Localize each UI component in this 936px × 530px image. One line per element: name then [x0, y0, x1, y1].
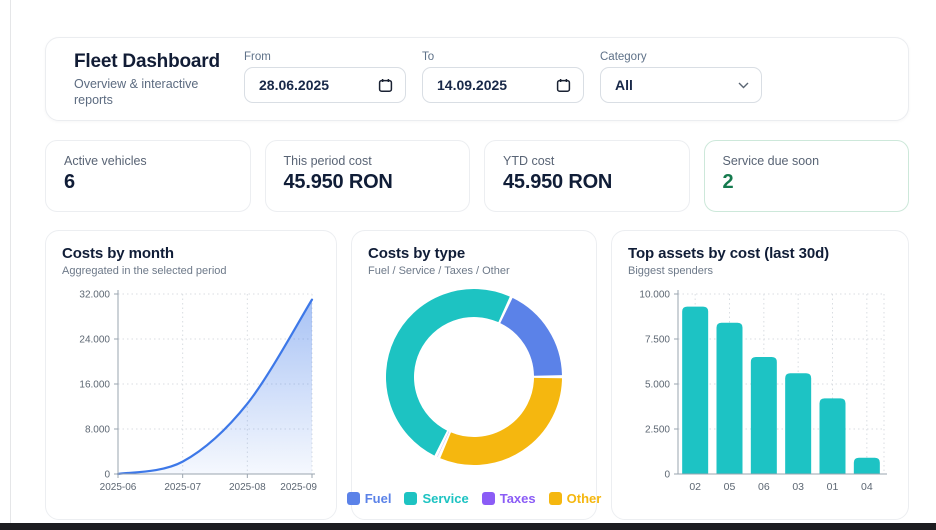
legend-swatch: [347, 492, 360, 505]
bar-04: [854, 458, 880, 474]
svg-text:16.000: 16.000: [79, 380, 110, 391]
bar-01: [820, 398, 846, 474]
category-label: Category: [600, 51, 762, 63]
page-title: Fleet Dashboard: [74, 51, 222, 73]
svg-text:24.000: 24.000: [79, 335, 110, 346]
chart-title: Top assets by cost (last 30d): [628, 245, 892, 262]
legend-label: Fuel: [365, 491, 392, 506]
chevron-down-icon: [738, 82, 749, 89]
dashboard-content: Fleet Dashboard Overview & interactive r…: [45, 37, 909, 520]
stat-card-active-vehicles: Active vehicles 6: [45, 140, 251, 212]
svg-text:2025-06: 2025-06: [100, 482, 137, 493]
svg-text:5.000: 5.000: [645, 380, 670, 391]
stat-label: Service due soon: [723, 154, 891, 168]
bar-03: [785, 373, 811, 474]
legend-swatch: [482, 492, 495, 505]
svg-text:01: 01: [827, 481, 839, 493]
donut-slice-other: [446, 378, 548, 451]
stat-value: 6: [64, 171, 232, 194]
filter-fields: From 28.06.2025 To 14.09.2025: [244, 51, 762, 103]
stat-label: YTD cost: [503, 154, 671, 168]
to-date-input[interactable]: 14.09.2025: [422, 67, 584, 103]
title-block: Fleet Dashboard Overview & interactive r…: [74, 51, 222, 108]
stats-row: Active vehicles 6 This period cost 45.95…: [45, 140, 909, 212]
chart-title: Costs by month: [62, 245, 320, 262]
chart-card-costs-by-month: Costs by month Aggregated in the selecte…: [45, 230, 337, 520]
svg-text:2.500: 2.500: [645, 425, 670, 436]
chart-subtitle: Aggregated in the selected period: [62, 265, 320, 277]
svg-text:03: 03: [792, 481, 804, 493]
svg-text:0: 0: [104, 470, 110, 481]
legend-swatch: [549, 492, 562, 505]
stat-value: 45.950 RON: [503, 171, 671, 194]
legend-item-taxes[interactable]: Taxes: [482, 491, 536, 506]
window-bottom-bar: [0, 523, 936, 530]
legend-label: Service: [422, 491, 468, 506]
svg-text:02: 02: [689, 481, 701, 493]
svg-text:8.000: 8.000: [85, 425, 110, 436]
bar-02: [682, 307, 708, 474]
category-value: All: [615, 77, 633, 93]
stat-card-ytd-cost: YTD cost 45.950 RON: [484, 140, 690, 212]
from-date-label: From: [244, 51, 406, 63]
bar-06: [751, 357, 777, 474]
chart-subtitle: Fuel / Service / Taxes / Other: [368, 265, 580, 277]
donut-legend: FuelServiceTaxesOther: [352, 491, 596, 506]
stat-card-period-cost: This period cost 45.950 RON: [265, 140, 471, 212]
legend-label: Taxes: [500, 491, 536, 506]
svg-text:04: 04: [861, 481, 873, 493]
to-date-value: 14.09.2025: [437, 77, 507, 93]
from-date-field: From 28.06.2025: [244, 51, 406, 103]
donut-chart: [368, 286, 580, 468]
chart-subtitle: Biggest spenders: [628, 265, 892, 277]
svg-text:0: 0: [664, 470, 670, 481]
calendar-icon[interactable]: [378, 78, 393, 93]
svg-text:7.500: 7.500: [645, 335, 670, 346]
svg-text:05: 05: [724, 481, 736, 493]
donut-slice-fuel: [506, 310, 548, 375]
chart-title: Costs by type: [368, 245, 580, 262]
category-select[interactable]: All: [600, 67, 762, 103]
legend-item-service[interactable]: Service: [404, 491, 468, 506]
legend-label: Other: [567, 491, 602, 506]
legend-item-fuel[interactable]: Fuel: [347, 491, 392, 506]
bar-05: [717, 323, 743, 474]
chart-card-top-assets: Top assets by cost (last 30d) Biggest sp…: [611, 230, 909, 520]
svg-text:32.000: 32.000: [79, 290, 110, 301]
to-date-field: To 14.09.2025: [422, 51, 584, 103]
calendar-icon[interactable]: [556, 78, 571, 93]
from-date-value: 28.06.2025: [259, 77, 329, 93]
bar-chart: 0 2.500 5.000 7.500 10.000 02 05 06 03 01 04: [628, 282, 892, 504]
area-chart: 0 8.000 16.000 24.000 32.000 2025-06 2025-07 20…: [62, 282, 320, 504]
stat-label: This period cost: [284, 154, 452, 168]
svg-text:2025-09: 2025-09: [280, 482, 317, 493]
svg-text:10.000: 10.000: [639, 290, 670, 301]
from-date-input[interactable]: 28.06.2025: [244, 67, 406, 103]
stat-value: 2: [723, 171, 891, 194]
window-left-edge: [10, 0, 11, 523]
legend-swatch: [404, 492, 417, 505]
charts-row: Costs by month Aggregated in the selecte…: [45, 230, 909, 520]
svg-text:06: 06: [758, 481, 770, 493]
chart-card-costs-by-type: Costs by type Fuel / Service / Taxes / O…: [351, 230, 597, 520]
svg-text:2025-08: 2025-08: [229, 482, 266, 493]
donut-slice-service: [400, 303, 504, 443]
svg-text:2025-07: 2025-07: [164, 482, 201, 493]
category-field: Category All: [600, 51, 762, 103]
page-subtitle: Overview & interactive reports: [74, 76, 222, 108]
header-card: Fleet Dashboard Overview & interactive r…: [45, 37, 909, 121]
stat-value: 45.950 RON: [284, 171, 452, 194]
legend-item-other[interactable]: Other: [549, 491, 602, 506]
to-date-label: To: [422, 51, 584, 63]
stat-card-service-due: Service due soon 2: [704, 140, 910, 212]
stat-label: Active vehicles: [64, 154, 232, 168]
